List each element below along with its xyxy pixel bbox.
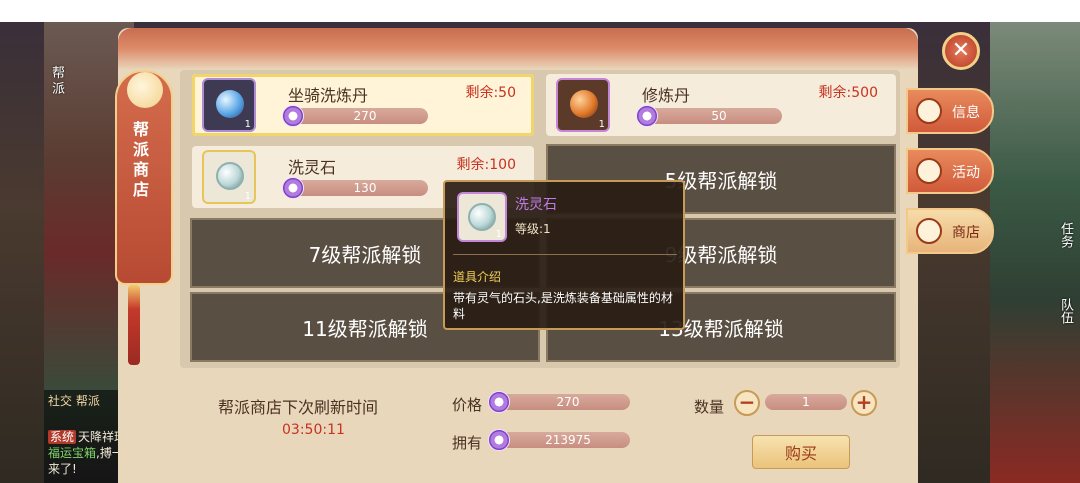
item-icon-frame: 1 <box>556 78 610 132</box>
item-price: 50 <box>711 109 727 123</box>
tooltip-description: 带有灵气的石头,是洗炼装备基础属性的材料 <box>453 291 673 321</box>
guild-coin-icon <box>282 177 304 199</box>
shop-item-card[interactable]: 1 修炼丹 剩余:500 50 <box>546 74 896 136</box>
info-icon <box>916 98 942 124</box>
chat-system-tag: 系统 <box>48 430 77 444</box>
team-button[interactable]: 队伍 <box>1056 298 1075 324</box>
item-name: 修炼丹 <box>642 86 691 105</box>
window-header-decoration <box>118 28 918 70</box>
quantity-input[interactable]: 1 <box>765 394 847 410</box>
tooltip-item-name: 洗灵石 <box>515 197 557 213</box>
tooltip-divider <box>453 254 677 255</box>
close-button[interactable]: ✕ <box>942 32 980 70</box>
buy-button[interactable]: 购买 <box>752 435 850 469</box>
shop-icon <box>916 218 942 244</box>
mount-pill-icon <box>216 90 244 118</box>
item-name: 坐骑洗炼丹 <box>288 86 369 105</box>
guild-coin-icon <box>488 391 510 413</box>
shop-title: 帮派商店 <box>132 120 149 199</box>
guild-hud-label[interactable]: 帮派 <box>52 66 68 98</box>
tassel-decoration <box>128 285 140 365</box>
item-icon-frame: 1 <box>202 78 256 132</box>
tooltip-section-title: 道具介绍 <box>453 270 502 284</box>
refresh-countdown: 03:50:11 <box>282 422 345 438</box>
shop-item-card[interactable]: 1 坐骑洗炼丹 剩余:50 270 <box>192 74 534 136</box>
item-price: 270 <box>353 109 377 123</box>
owned-label: 拥有 <box>452 434 483 452</box>
spirit-stone-icon <box>468 203 496 231</box>
item-name: 洗灵石 <box>288 158 337 177</box>
activity-icon <box>916 158 942 184</box>
quantity-label: 数量 <box>694 398 725 416</box>
item-remaining: 剩余:50 <box>465 85 516 101</box>
price-value: 270 <box>556 395 580 409</box>
guild-coin-icon <box>636 105 658 127</box>
task-button[interactable]: 任务 <box>1056 222 1075 248</box>
item-price: 130 <box>353 181 377 195</box>
cultivation-pill-icon <box>570 90 598 118</box>
price-label: 价格 <box>452 396 483 414</box>
item-tooltip: 1 洗灵石 等级:1 道具介绍 带有灵气的石头,是洗炼装备基础属性的材料 <box>443 180 685 330</box>
chat-line: 来了! <box>48 462 77 476</box>
tooltip-item-icon: 1 <box>457 192 507 242</box>
owned-value: 213975 <box>545 433 591 447</box>
quantity-minus-button[interactable]: − <box>734 390 760 416</box>
refresh-label: 帮派商店下次刷新时间 <box>218 398 379 417</box>
tab-activity[interactable]: 活动 <box>906 148 994 194</box>
guild-coin-icon <box>488 429 510 451</box>
game-right-hud <box>990 22 1080 483</box>
guild-coin-icon <box>282 105 304 127</box>
quantity-plus-button[interactable]: + <box>851 390 877 416</box>
spirit-stone-icon <box>216 162 244 190</box>
tooltip-item-level: 等级:1 <box>515 222 551 236</box>
tab-shop[interactable]: 商店 <box>906 208 994 254</box>
chat-tabs[interactable]: 社交 帮派 <box>48 392 100 409</box>
item-remaining: 剩余:500 <box>818 85 878 101</box>
item-remaining: 剩余:100 <box>456 157 516 173</box>
moon-emblem-icon <box>127 72 163 108</box>
tab-info[interactable]: 信息 <box>906 88 994 134</box>
item-icon-frame: 1 <box>202 150 256 204</box>
